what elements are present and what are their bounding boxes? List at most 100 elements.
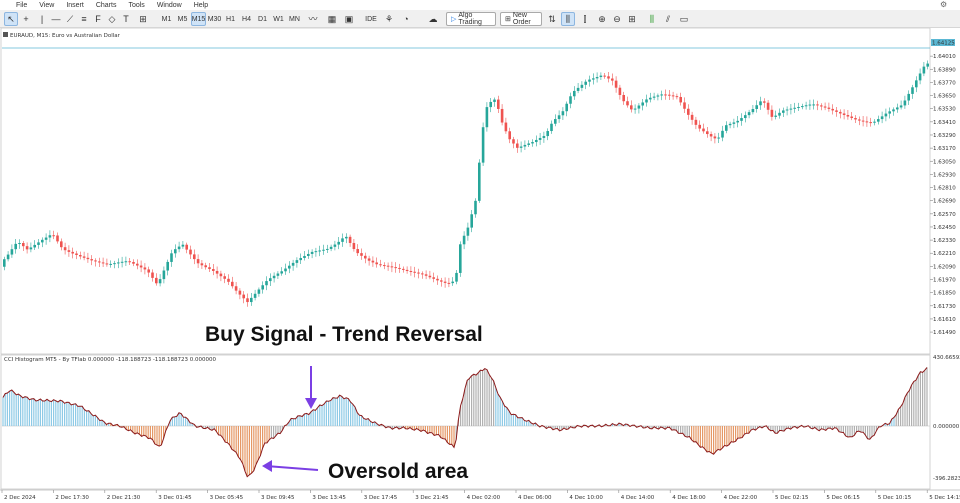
- candle-body: [911, 87, 914, 94]
- tile-windows-icon[interactable]: ⊞: [626, 12, 638, 26]
- candle-body: [672, 95, 675, 96]
- candle-body: [744, 115, 747, 118]
- timeframe-h4[interactable]: H4: [239, 12, 254, 26]
- menu-view[interactable]: View: [39, 2, 54, 9]
- text-tool-icon[interactable]: T: [120, 12, 132, 26]
- candle-body: [121, 262, 124, 263]
- candle-body: [611, 79, 614, 81]
- timeframe-m15[interactable]: M15: [191, 12, 206, 26]
- candle-body: [273, 276, 276, 278]
- candle-body: [280, 271, 283, 273]
- candle-body: [79, 255, 82, 256]
- candle-body: [657, 95, 660, 96]
- candle-body: [892, 109, 895, 111]
- candle-body: [774, 116, 777, 117]
- candle-body: [725, 125, 728, 131]
- fibonacci-icon[interactable]: F: [92, 12, 104, 26]
- candle-body: [748, 112, 751, 115]
- candle-body: [299, 258, 302, 260]
- candle-body: [630, 105, 633, 109]
- ide-button[interactable]: IDE: [363, 12, 379, 26]
- time-axis-label: 4 Dec 14:00: [621, 495, 655, 501]
- timeframe-m1[interactable]: M1: [159, 12, 174, 26]
- crosshair-icon[interactable]: +: [20, 12, 32, 26]
- candle-body: [315, 251, 318, 252]
- candle-body: [204, 265, 207, 267]
- candle-body: [820, 105, 823, 106]
- candle-body: [185, 245, 188, 250]
- candle-body: [170, 253, 173, 262]
- timeframe-h1[interactable]: H1: [223, 12, 238, 26]
- horizontal-line-icon[interactable]: —: [50, 12, 62, 26]
- menu-bar: File View Insert Charts Tools Window Help: [0, 0, 960, 10]
- candle-body: [147, 269, 150, 272]
- objects-icon[interactable]: ⊞: [136, 12, 150, 26]
- autoscroll-icon[interactable]: ⫼: [645, 12, 659, 26]
- candle-body: [603, 76, 606, 77]
- chart-canvas[interactable]: EURAUD, M15: Euro vs Australian Dollar1.…: [0, 28, 960, 503]
- candle-body: [729, 124, 732, 125]
- zoom-in-icon[interactable]: ⊕: [596, 12, 608, 26]
- zoom-out-icon[interactable]: ⊖: [611, 12, 623, 26]
- menu-tools[interactable]: Tools: [128, 2, 144, 9]
- candle-body: [7, 255, 10, 260]
- candle-body: [144, 267, 147, 269]
- screenshot-icon[interactable]: ▭: [678, 12, 690, 26]
- menu-file[interactable]: File: [16, 2, 27, 9]
- signals-icon[interactable]: ◔: [399, 12, 413, 26]
- chart-type-icon[interactable]: 〰: [305, 12, 321, 26]
- vertical-line-icon[interactable]: |: [36, 12, 48, 26]
- candle-body: [904, 101, 907, 106]
- candle-body: [455, 273, 458, 282]
- menu-help[interactable]: Help: [194, 2, 208, 9]
- candle-body: [448, 283, 451, 284]
- templates-icon[interactable]: ▣: [343, 12, 355, 26]
- indicators-icon[interactable]: ▦: [324, 12, 340, 26]
- algo-trading-button[interactable]: ▷Algo Trading: [446, 12, 496, 26]
- price-axis-label: 1.62450: [933, 225, 956, 231]
- candle-body: [90, 259, 93, 260]
- candle-body: [641, 102, 644, 105]
- price-axis-label: 1.61850: [933, 291, 956, 297]
- menu-window[interactable]: Window: [157, 2, 182, 9]
- candle-body: [565, 104, 568, 111]
- candle-body: [767, 103, 770, 110]
- candle-body: [467, 228, 470, 236]
- candle-body: [368, 258, 371, 260]
- time-axis-label: 4 Dec 22:00: [724, 495, 758, 501]
- vps-icon[interactable]: ☁: [426, 12, 440, 26]
- menu-insert[interactable]: Insert: [66, 2, 84, 9]
- timeframe-m5[interactable]: M5: [175, 12, 190, 26]
- candle-body: [866, 121, 869, 122]
- candle-body: [828, 108, 831, 109]
- candle-body: [193, 254, 196, 259]
- chart-window[interactable]: EURAUD, M15: Euro vs Australian Dollar1.…: [0, 28, 960, 503]
- timeframe-m30[interactable]: M30: [207, 12, 222, 26]
- trendline-icon[interactable]: ⟋: [64, 12, 76, 26]
- depth-of-market-icon[interactable]: ⇅: [546, 12, 558, 26]
- shapes-icon[interactable]: ◇: [106, 12, 118, 26]
- candlestick-icon[interactable]: ⫿: [578, 12, 592, 26]
- candle-body: [474, 201, 477, 214]
- chart-shift-icon[interactable]: ⫽: [661, 12, 675, 26]
- candle-body: [508, 131, 511, 139]
- candle-body: [790, 109, 793, 110]
- price-axis-label: 1.62930: [933, 172, 956, 178]
- timeframe-d1[interactable]: D1: [255, 12, 270, 26]
- channel-icon[interactable]: ≡: [78, 12, 90, 26]
- cursor-tool-icon[interactable]: ↖: [4, 12, 18, 26]
- timeframe-mn[interactable]: MN: [287, 12, 302, 26]
- bar-chart-icon[interactable]: ⫼: [561, 12, 575, 26]
- candle-body: [539, 138, 542, 140]
- menu-charts[interactable]: Charts: [96, 2, 117, 9]
- chart-title-icon: [3, 32, 8, 37]
- candle-body: [736, 121, 739, 123]
- new-order-button[interactable]: ⊞New Order: [500, 12, 542, 26]
- candle-body: [907, 94, 910, 101]
- timeframe-w1[interactable]: W1: [271, 12, 286, 26]
- menu-settings-icon[interactable]: ⚙: [940, 0, 947, 9]
- market-icon[interactable]: ⚘: [382, 12, 396, 26]
- price-axis-label: 1.63650: [933, 94, 956, 100]
- time-axis-label: 2 Dec 17:30: [55, 495, 89, 501]
- buy-signal-annotation: Buy Signal - Trend Reversal: [205, 323, 483, 346]
